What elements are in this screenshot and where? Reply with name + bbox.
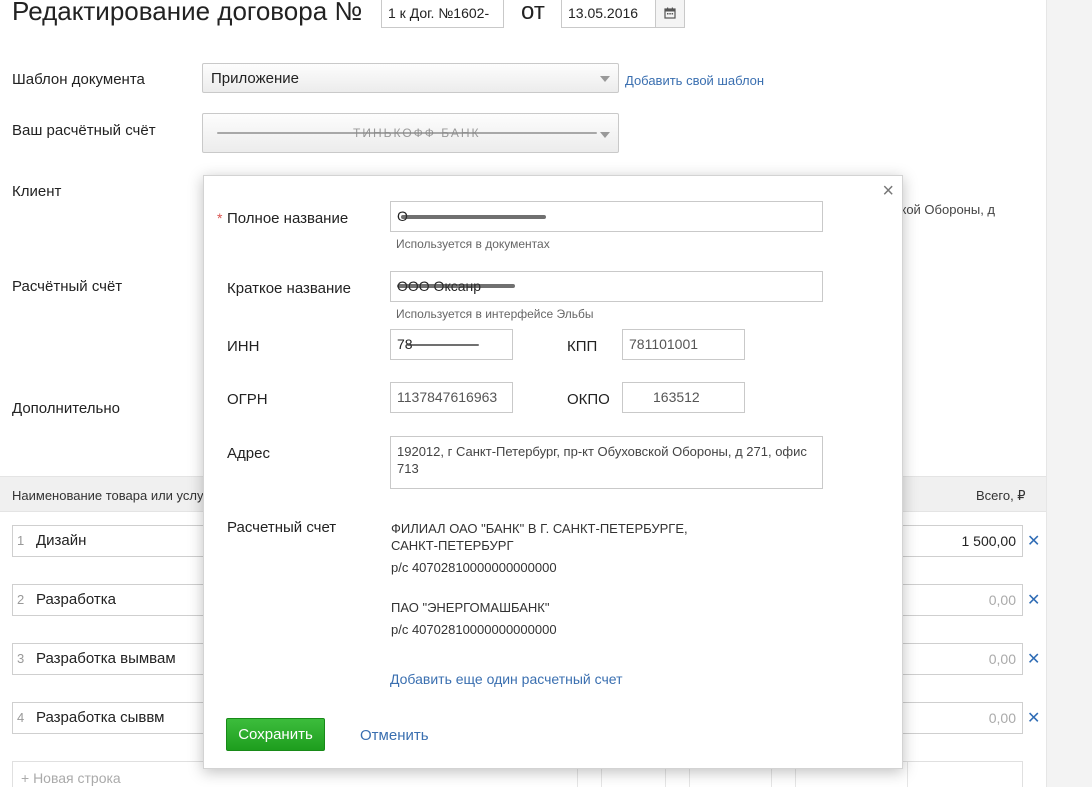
okpo-label: ОКПО <box>567 391 610 408</box>
kpp-label: КПП <box>567 338 598 355</box>
row-total-4[interactable]: 0,00 <box>902 702 1023 734</box>
client-account-label: Расчётный счёт <box>12 278 123 295</box>
client-label: Клиент <box>12 183 62 200</box>
inn-input[interactable]: 78 <box>390 329 513 360</box>
extra-label: Дополнительно <box>12 400 120 417</box>
redaction-mark <box>217 132 597 134</box>
row-total-1[interactable]: 1 500,00 <box>902 525 1023 557</box>
column-name-header: Наименование товара или услу <box>12 488 204 503</box>
column-total-header: Всего, ₽ <box>976 488 1026 503</box>
row-name: Разработка вымвам <box>36 650 176 667</box>
full-name-label: Полное название <box>227 210 349 227</box>
add-bank-account-link[interactable]: Добавить еще один расчетный счет <box>390 671 623 687</box>
row-name: Дизайн <box>36 532 87 549</box>
short-name-input[interactable]: ООО Оксанр <box>390 271 823 302</box>
row-number: 2 <box>17 592 25 607</box>
close-icon[interactable]: × <box>882 180 894 203</box>
chevron-down-icon <box>600 132 610 138</box>
inn-label: ИНН <box>227 338 260 355</box>
full-name-input[interactable]: О <box>390 201 823 232</box>
calendar-icon <box>664 7 676 19</box>
contract-number-input[interactable]: 1 к Дог. №1602- <box>381 0 504 28</box>
bank-account-line: р/с 40702810000000000000 <box>391 560 557 575</box>
bank-account-label: Расчетный счет <box>227 519 337 536</box>
address-label: Адрес <box>227 445 270 462</box>
row-number: 1 <box>17 533 25 548</box>
row-total-2[interactable]: 0,00 <box>902 584 1023 616</box>
bank-account-line: САНКТ-ПЕТЕРБУРГ <box>391 538 514 553</box>
add-template-link[interactable]: Добавить свой шаблон <box>625 73 764 88</box>
row-number: 3 <box>17 651 25 666</box>
redaction-mark <box>397 284 515 288</box>
ogrn-label: ОГРН <box>227 391 268 408</box>
short-name-label: Краткое название <box>227 280 352 297</box>
row-name: Разработка сыввм <box>36 709 165 726</box>
required-mark: * <box>217 210 223 226</box>
redaction-mark <box>407 344 479 346</box>
template-label: Шаблон документа <box>12 71 145 88</box>
client-edit-dialog: × * Полное название О Используется в док… <box>203 175 903 769</box>
full-name-hint: Используется в документах <box>396 237 550 251</box>
column-divider <box>907 762 908 787</box>
bank-account-line: р/с 40702810000000000000 <box>391 622 557 637</box>
delete-row-icon[interactable]: ✕ <box>1027 531 1040 551</box>
delete-row-icon[interactable]: ✕ <box>1027 649 1040 669</box>
calendar-button[interactable] <box>655 0 685 28</box>
row-name: Разработка <box>36 591 116 608</box>
page-gutter <box>1046 0 1092 787</box>
save-button[interactable]: Сохранить <box>226 718 325 751</box>
table-row-name-4[interactable]: 4 Разработка сыввм <box>12 702 204 734</box>
row-total-3[interactable]: 0,00 <box>902 643 1023 675</box>
account-label: Ваш расчётный счёт <box>12 122 156 139</box>
table-row-name-2[interactable]: 2 Разработка <box>12 584 204 616</box>
template-select[interactable]: Приложение <box>202 63 619 93</box>
table-row-name-3[interactable]: 3 Разработка вымвам <box>12 643 204 675</box>
short-name-hint: Используется в интерфейсе Эльбы <box>396 307 594 321</box>
bank-account-line: ФИЛИАЛ ОАО "БАНК" В Г. САНКТ-ПЕТЕРБУРГЕ, <box>391 521 688 536</box>
bank-account-line: ПАО "ЭНЕРГОМАШБАНК" <box>391 600 550 615</box>
template-value: Приложение <box>211 70 299 87</box>
kpp-input[interactable]: 781101001 <box>622 329 745 360</box>
page-title: Редактирование договора № <box>12 0 363 26</box>
row-number: 4 <box>17 710 25 725</box>
new-row-label: + Новая строка <box>21 770 121 786</box>
table-row-name-1[interactable]: 1 Дизайн <box>12 525 204 557</box>
account-select[interactable]: ТИНЬКОФФ БАНК <box>202 113 619 153</box>
contract-date-input[interactable]: 13.05.2016 <box>561 0 655 28</box>
delete-row-icon[interactable]: ✕ <box>1027 590 1040 610</box>
chevron-down-icon <box>600 76 610 82</box>
delete-row-icon[interactable]: ✕ <box>1027 708 1040 728</box>
cancel-button[interactable]: Отменить <box>360 727 429 744</box>
from-label: от <box>521 0 545 25</box>
okpo-input[interactable]: 163512 <box>622 382 745 413</box>
redaction-mark <box>401 215 546 219</box>
ogrn-input[interactable]: 1137847616963 <box>390 382 513 413</box>
address-input[interactable]: 192012, г Санкт-Петербург, пр-кт Обуховс… <box>390 436 823 489</box>
